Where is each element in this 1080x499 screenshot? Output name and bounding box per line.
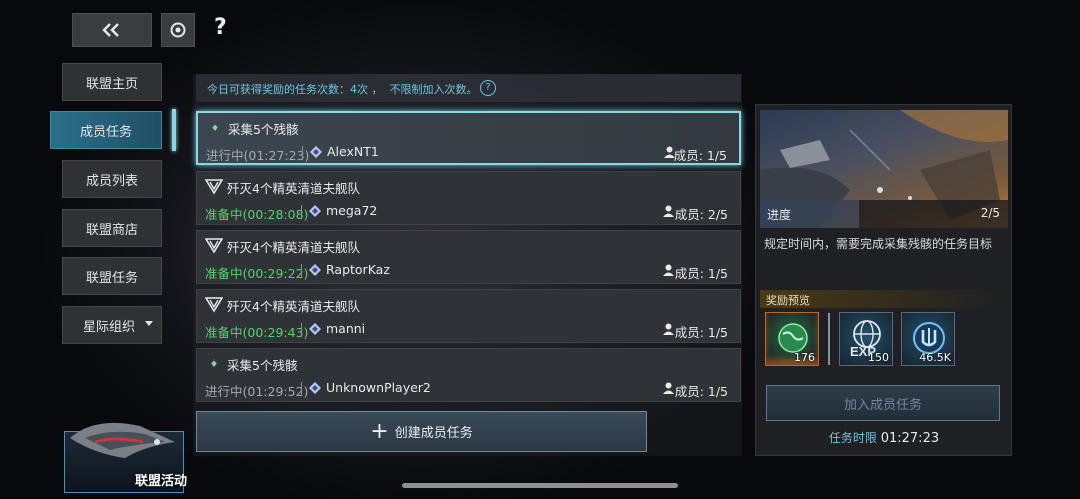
create-button-label: 创建成员任务 [394, 426, 473, 441]
alliance-activity-label: 联盟活动 [134, 474, 187, 489]
sidebar-item-member-list[interactable]: 成员列表 [62, 160, 162, 198]
destroy-icon [205, 238, 223, 254]
help-button[interactable]: ? [214, 15, 234, 43]
reward-amount: 150 [868, 351, 889, 364]
info-help-icon[interactable]: ? [480, 80, 496, 96]
task-card[interactable]: 歼灭4个精英清道夫舰队 准备中(00:29:43) manni 成员: 1/5 [196, 289, 741, 343]
task-player: RaptorKaz [326, 262, 390, 277]
time-limit-value: 01:27:23 [880, 431, 940, 446]
caret-down-icon [145, 321, 153, 326]
task-player: UnknownPlayer2 [326, 380, 431, 395]
time-limit-label: 任务时限 [828, 431, 877, 445]
divider [301, 205, 302, 219]
task-player: manni [326, 321, 366, 336]
back-button[interactable] [72, 13, 152, 47]
active-indicator [172, 109, 176, 151]
time-limit: 任务时限 01:27:23 [760, 429, 1008, 446]
task-members: 成员: 1/5 [673, 148, 727, 163]
sidebar-item-label: 成员任务 [79, 124, 132, 140]
task-title: 歼灭4个精英清道夫舰队 [227, 240, 360, 255]
destroy-icon [205, 179, 223, 195]
task-card[interactable]: 歼灭4个精英清道夫舰队 准备中(00:29:22) RaptorKaz 成员: … [196, 230, 741, 284]
gear-icon [170, 22, 186, 38]
sidebar-item-alliance-tasks[interactable]: 联盟任务 [62, 257, 162, 295]
task-status: 进行中(01:29:52) [205, 384, 309, 399]
sidebar-item-interstellar-org[interactable]: 星际组织 [62, 306, 162, 344]
divider [301, 323, 302, 337]
progress-bar: 进度 2/5 [760, 200, 1008, 228]
divider [301, 382, 302, 396]
sidebar-item-label: 成员列表 [85, 173, 138, 189]
task-title: 歼灭4个精英清道夫舰队 [227, 181, 360, 196]
player-rank-icon [309, 382, 321, 394]
person-icon [663, 205, 674, 217]
reward-title: 奖励预览 [766, 294, 810, 307]
player-rank-icon [310, 146, 322, 158]
collect-icon [211, 123, 219, 131]
divider [301, 264, 302, 278]
double-chevron-left-icon [102, 23, 119, 37]
task-title: 采集5个残骸 [227, 358, 298, 373]
home-indicator[interactable] [402, 483, 678, 488]
ship-icon [70, 422, 175, 458]
sidebar-item-label: 联盟商店 [85, 222, 138, 238]
task-status: 准备中(00:29:22) [205, 266, 309, 281]
info-text: 今日可获得奖励的任务次数：4次 ， 不限制加入次数。 [207, 83, 478, 96]
sidebar-item-alliance-home[interactable]: 联盟主页 [62, 63, 162, 101]
settings-button[interactable] [161, 13, 195, 47]
person-icon [663, 264, 674, 276]
sidebar-item-member-tasks[interactable]: 成员任务 [50, 111, 162, 149]
reward-amount: 46.5K [919, 351, 951, 364]
join-member-task-button[interactable]: 加入成员任务 [766, 385, 1000, 421]
collect-icon [210, 359, 218, 367]
divider [302, 146, 303, 160]
task-player: mega72 [326, 203, 378, 218]
info-bar: 今日可获得奖励的任务次数：4次 ， 不限制加入次数。 ? [196, 74, 741, 102]
create-member-task-button[interactable]: + 创建成员任务 [196, 411, 647, 452]
task-members: 成员: 1/5 [674, 266, 728, 281]
plus-icon: + [370, 418, 389, 444]
sidebar-item-label: 联盟主页 [85, 76, 138, 92]
sidebar-item-alliance-shop[interactable]: 联盟商店 [62, 209, 162, 247]
join-button-label: 加入成员任务 [843, 397, 922, 413]
progress-value: 2/5 [980, 206, 1000, 220]
sidebar-item-label: 星际组织 [83, 319, 136, 335]
task-title: 歼灭4个精英清道夫舰队 [227, 299, 360, 314]
reward-divider [828, 313, 830, 365]
player-rank-icon [309, 264, 321, 276]
task-card[interactable]: 采集5个残骸 进行中(01:27:23) AlexNT1 成员: 1/5 [196, 111, 741, 165]
reward-item[interactable]: 176 [765, 312, 819, 366]
task-title: 采集5个残骸 [228, 122, 299, 137]
task-status: 准备中(00:29:43) [205, 325, 309, 340]
task-members: 成员: 2/5 [674, 207, 728, 222]
progress-label: 进度 [767, 208, 792, 222]
task-player: AlexNT1 [327, 144, 379, 159]
task-members: 成员: 1/5 [674, 325, 728, 340]
task-card[interactable]: 采集5个残骸 进行中(01:29:52) UnknownPlayer2 成员: … [196, 348, 741, 402]
task-card[interactable]: 歼灭4个精英清道夫舰队 准备中(00:28:08) mega72 成员: 2/5 [196, 171, 741, 225]
reward-item[interactable]: EXP 150 [839, 312, 893, 366]
person-icon [663, 382, 674, 394]
reward-item[interactable]: 46.5K [901, 312, 955, 366]
alliance-activity-button[interactable]: 联盟活动 [64, 422, 187, 493]
task-members: 成员: 1/5 [674, 384, 728, 399]
destroy-icon [205, 297, 223, 313]
person-icon [663, 323, 674, 335]
player-rank-icon [309, 323, 321, 335]
task-description: 规定时间内，需要完成采集残骸的任务目标 [764, 237, 993, 251]
sidebar-item-label: 联盟任务 [85, 270, 138, 286]
task-status: 进行中(01:27:23) [206, 148, 310, 163]
reward-amount: 176 [794, 351, 815, 364]
player-rank-icon [309, 205, 321, 217]
reward-header: 奖励预览 [760, 290, 1008, 308]
task-status: 准备中(00:28:08) [205, 207, 309, 222]
